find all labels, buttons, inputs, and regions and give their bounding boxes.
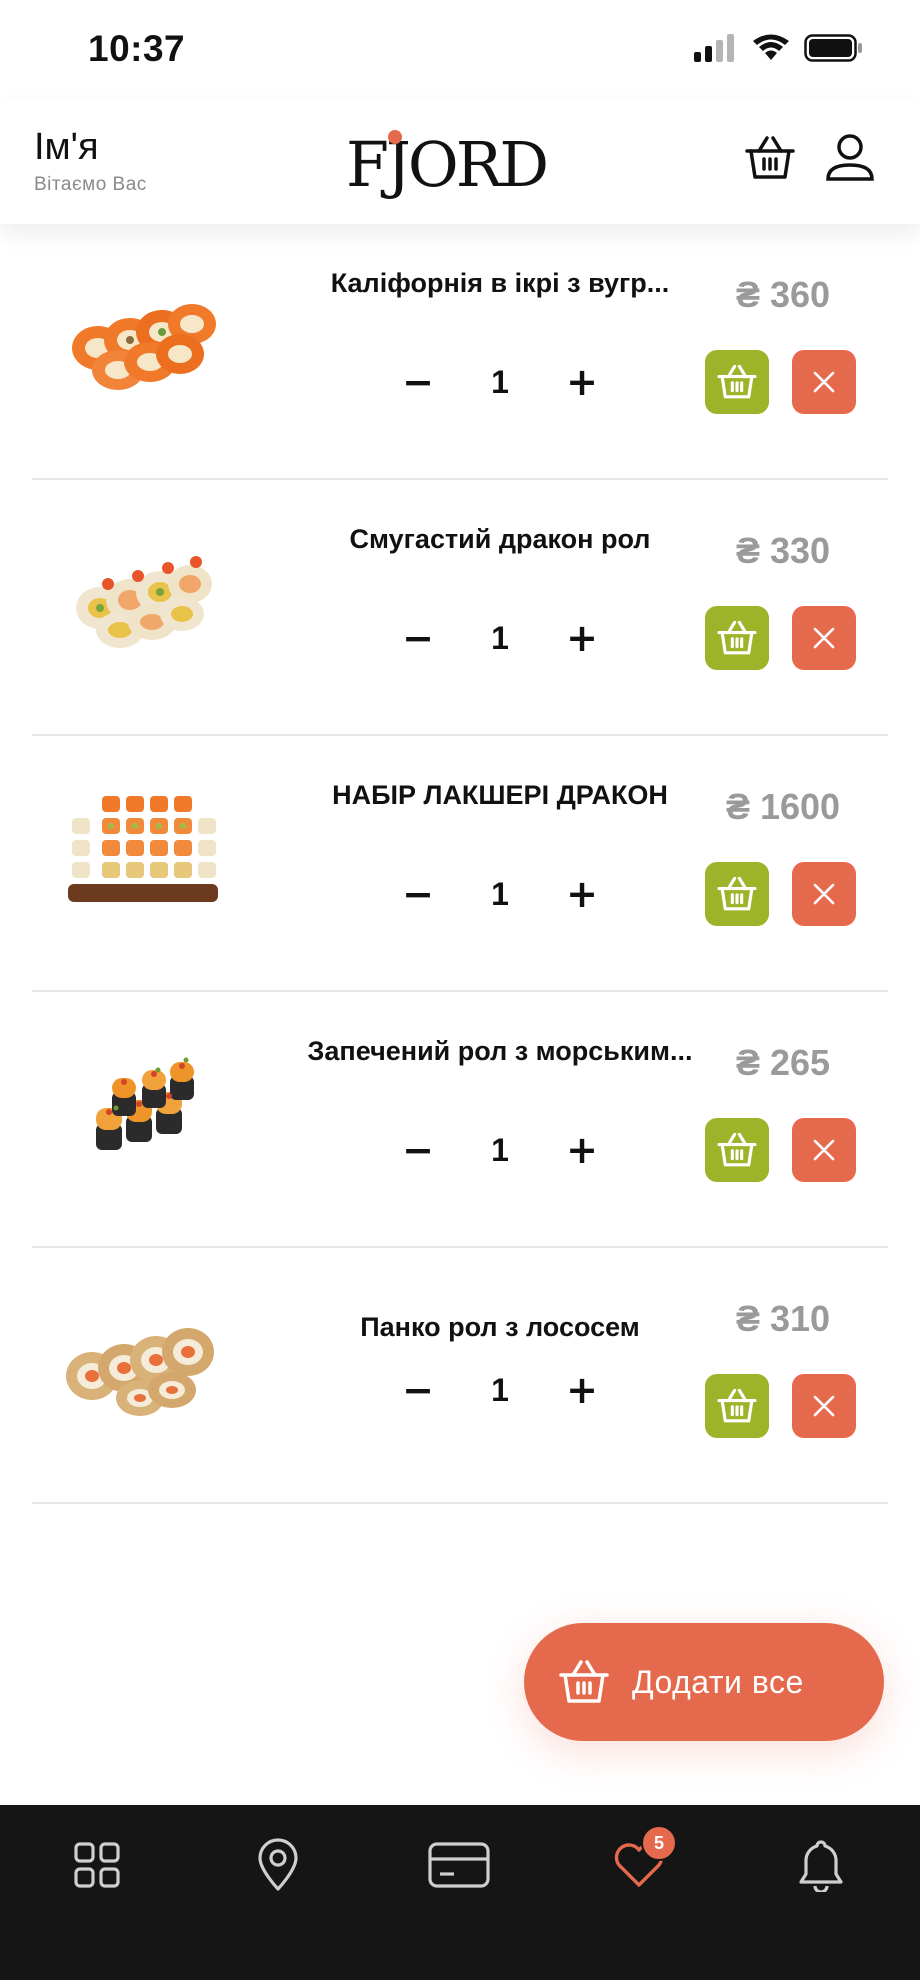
remove-item-button[interactable] <box>792 1118 856 1182</box>
card-icon <box>428 1842 490 1888</box>
increase-quantity-button[interactable]: + <box>562 618 602 658</box>
product-name[interactable]: Каліфорнія в ікрі з вугр... <box>300 266 700 300</box>
profile-button[interactable] <box>820 128 880 188</box>
add-to-cart-button[interactable] <box>705 1374 769 1438</box>
basket-icon <box>556 1654 612 1710</box>
bottom-navigation: 5 <box>0 1805 920 1980</box>
user-icon <box>826 134 874 181</box>
quantity-value: 1 <box>491 1371 509 1408</box>
decrease-quantity-button[interactable]: − <box>398 1130 438 1170</box>
product-price: ₴ 265 <box>735 1042 831 1083</box>
increase-quantity-button[interactable]: + <box>562 1370 602 1410</box>
decrease-quantity-button[interactable]: − <box>398 874 438 914</box>
decrease-quantity-button[interactable]: − <box>398 1370 438 1410</box>
logo-mark-icon <box>388 130 402 144</box>
product-image <box>76 556 212 648</box>
remove-item-button[interactable] <box>792 606 856 670</box>
quantity-stepper: − 1 + <box>398 874 602 914</box>
add-to-cart-button[interactable] <box>705 606 769 670</box>
add-to-cart-button[interactable] <box>705 1118 769 1182</box>
favorites-list: Каліфорнія в ікрі з вугр... − 1 + ₴ 360 <box>32 224 888 1504</box>
product-image <box>72 304 216 390</box>
grid-icon <box>74 1842 120 1888</box>
greeting-text: Вітаємо Вас <box>34 174 147 195</box>
list-item: Запечений рол з морським... − 1 + ₴ 265 <box>32 992 888 1248</box>
list-item: НАБІР ЛАКШЕРІ ДРАКОН − 1 + ₴ 1600 <box>32 736 888 992</box>
close-icon <box>813 1395 835 1417</box>
product-image <box>66 1328 214 1416</box>
decrease-quantity-button[interactable]: − <box>398 618 438 658</box>
product-price: ₴ 330 <box>735 530 831 571</box>
product-name[interactable]: Панко рол з лососем <box>300 1310 700 1344</box>
bell-icon <box>799 1840 843 1892</box>
product-name[interactable]: НАБІР ЛАКШЕРІ ДРАКОН <box>300 778 700 812</box>
increase-quantity-button[interactable]: + <box>562 362 602 402</box>
product-price: ₴ 360 <box>735 274 831 315</box>
basket-icon <box>717 1132 757 1167</box>
add-all-to-cart-button[interactable]: Додати все <box>524 1623 884 1741</box>
location-pin-icon <box>258 1838 298 1891</box>
nav-notifications-button[interactable] <box>783 1827 859 1903</box>
remove-item-button[interactable] <box>792 862 856 926</box>
close-icon <box>813 627 835 649</box>
close-icon <box>813 371 835 393</box>
quantity-stepper: − 1 + <box>398 618 602 658</box>
decrease-quantity-button[interactable]: − <box>398 362 438 402</box>
basket-icon <box>717 1388 757 1423</box>
battery-icon <box>804 34 862 62</box>
brand-logo[interactable]: FJORD <box>346 130 566 200</box>
favorites-count-badge: 5 <box>641 1825 677 1861</box>
nav-favorites-button[interactable]: 5 <box>601 1825 677 1903</box>
nav-locations-button[interactable] <box>240 1827 316 1903</box>
increase-quantity-button[interactable]: + <box>562 874 602 914</box>
product-price: ₴ 310 <box>735 1298 831 1339</box>
product-image <box>68 796 218 902</box>
cart-button[interactable] <box>740 128 800 188</box>
increase-quantity-button[interactable]: + <box>562 1130 602 1170</box>
add-to-cart-button[interactable] <box>705 862 769 926</box>
close-icon <box>813 883 835 905</box>
product-price: ₴ 1600 <box>725 786 841 827</box>
quantity-value: 1 <box>491 875 509 912</box>
quantity-value: 1 <box>491 1131 509 1168</box>
add-to-cart-button[interactable] <box>705 350 769 414</box>
list-item: Панко рол з лососем − 1 + ₴ 310 <box>32 1248 888 1504</box>
quantity-stepper: − 1 + <box>398 1370 602 1410</box>
wifi-icon <box>753 34 789 60</box>
remove-item-button[interactable] <box>792 350 856 414</box>
basket-icon <box>717 364 757 399</box>
list-item: Каліфорнія в ікрі з вугр... − 1 + ₴ 360 <box>32 224 888 480</box>
basket-icon <box>717 620 757 655</box>
nav-menu-button[interactable] <box>59 1827 135 1903</box>
product-image <box>96 1057 194 1150</box>
remove-item-button[interactable] <box>792 1374 856 1438</box>
basket-icon <box>745 136 795 179</box>
logo-text: FJORD <box>346 128 549 201</box>
status-bar: 10:37 <box>0 0 920 100</box>
quantity-value: 1 <box>491 619 509 656</box>
add-all-label: Додати все <box>632 1663 804 1700</box>
product-name[interactable]: Запечений рол з морським... <box>300 1034 700 1068</box>
quantity-value: 1 <box>491 363 509 400</box>
nav-payment-button[interactable] <box>421 1827 497 1903</box>
user-name: Ім'я <box>34 126 99 168</box>
product-name[interactable]: Смугастий дракон рол <box>300 522 700 556</box>
quantity-stepper: − 1 + <box>398 362 602 402</box>
signal-icon <box>694 34 734 62</box>
list-item: Смугастий дракон рол − 1 + ₴ 330 <box>32 480 888 736</box>
status-time: 10:37 <box>88 28 186 69</box>
quantity-stepper: − 1 + <box>398 1130 602 1170</box>
basket-icon <box>717 876 757 911</box>
close-icon <box>813 1139 835 1161</box>
app-header: Ім'я Вітаємо Вас FJORD <box>0 100 920 224</box>
status-icons <box>694 34 864 62</box>
